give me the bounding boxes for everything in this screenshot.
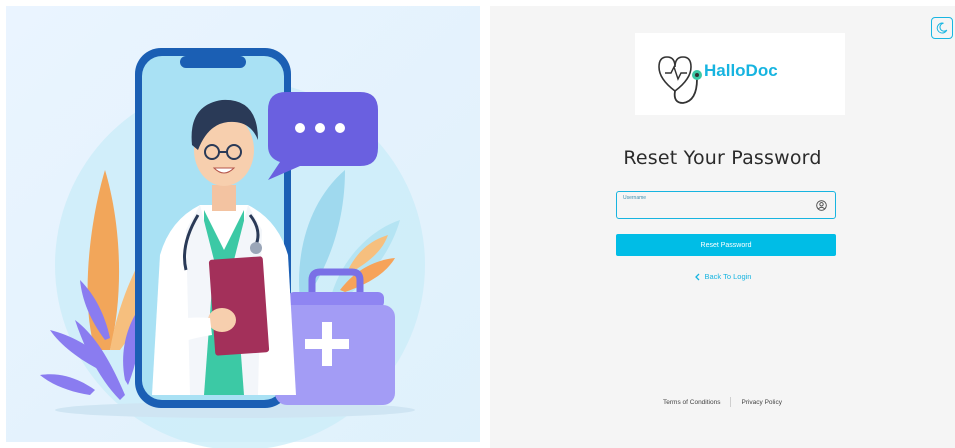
hero-illustration-panel (0, 0, 480, 448)
terms-link[interactable]: Terms of Conditions (663, 399, 720, 406)
username-input[interactable] (623, 202, 813, 216)
reset-password-button[interactable]: Reset Password (616, 234, 836, 256)
brand-name: HalloDoc (704, 61, 778, 80)
footer: Terms of Conditions Privacy Policy (490, 397, 955, 407)
moon-icon (936, 22, 948, 34)
theme-toggle-button[interactable] (931, 17, 953, 39)
username-label: Username (623, 195, 647, 201)
back-to-login-link[interactable]: Back To Login (490, 272, 955, 281)
doctor-illustration (6, 6, 480, 448)
reset-password-panel: HalloDoc Reset Your Password Username Re… (490, 6, 955, 448)
brand-logo: HalloDoc (635, 33, 845, 115)
privacy-link[interactable]: Privacy Policy (741, 399, 781, 406)
chevron-left-icon (694, 273, 699, 280)
stethoscope-heart-icon (658, 56, 702, 104)
user-circle-icon (816, 200, 827, 211)
page-title: Reset Your Password (623, 147, 822, 169)
username-field[interactable]: Username (616, 191, 836, 219)
back-to-login-label: Back To Login (704, 272, 752, 281)
footer-divider (730, 397, 732, 407)
